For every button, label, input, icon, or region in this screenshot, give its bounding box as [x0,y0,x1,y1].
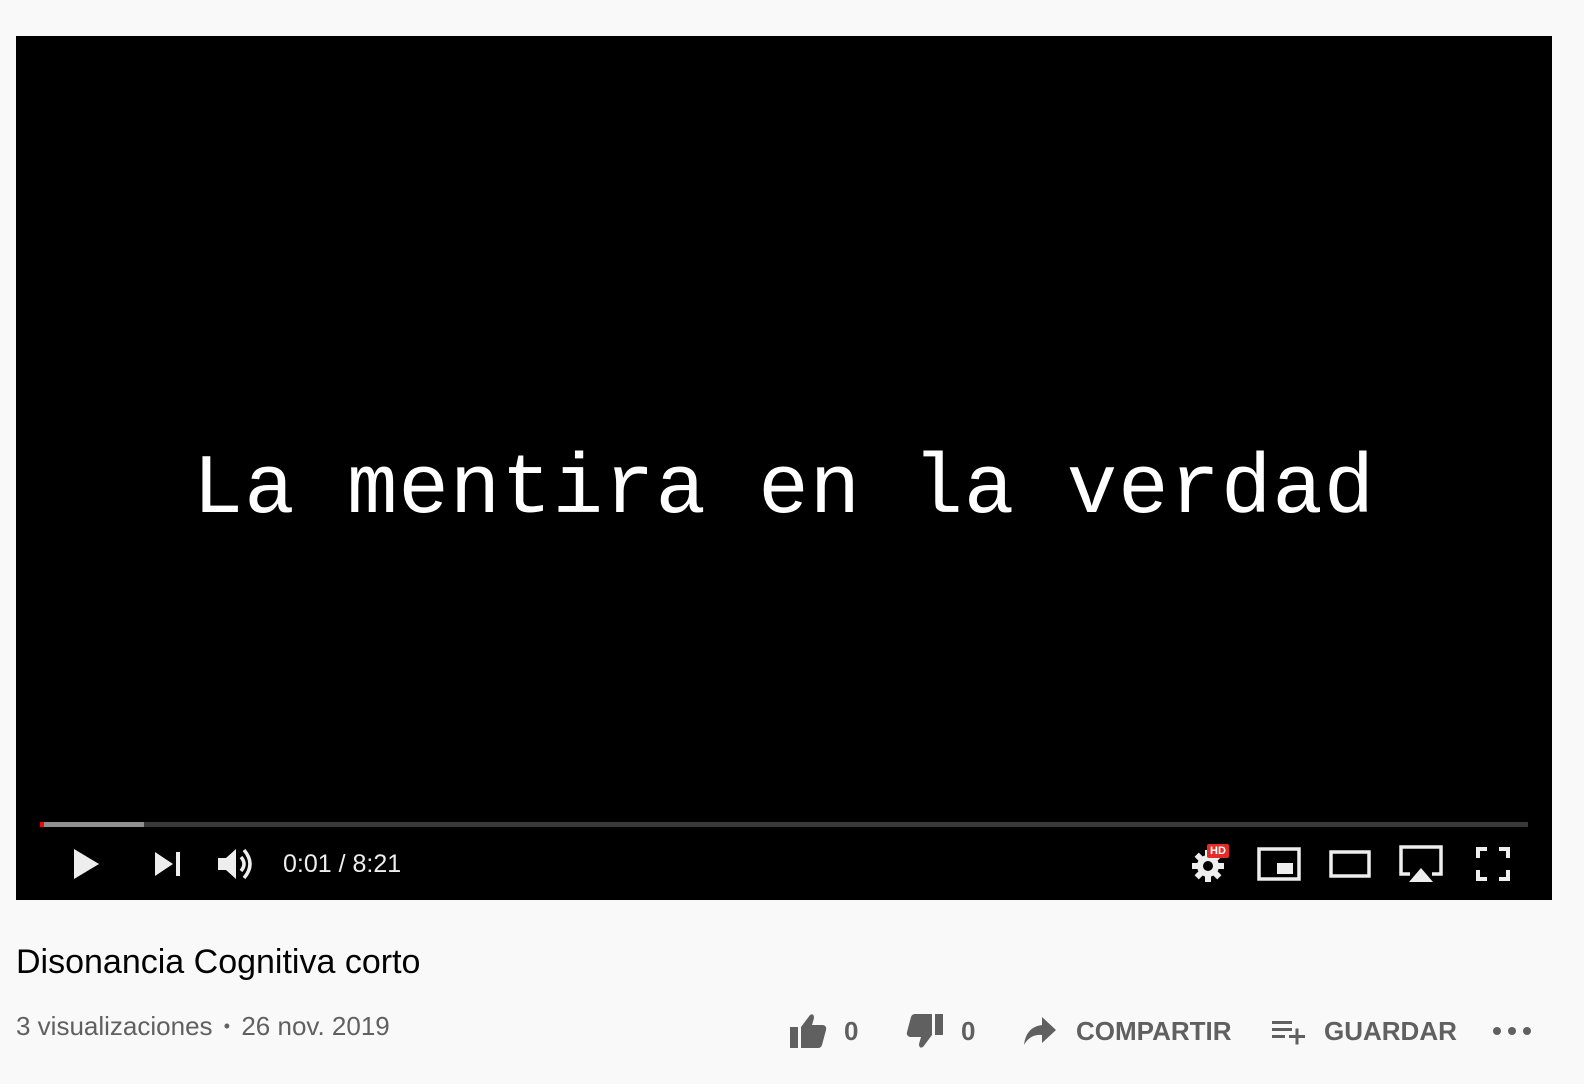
play-icon [74,849,99,879]
miniplayer-icon [1257,847,1301,881]
next-icon [155,852,180,876]
more-icon [1493,1027,1531,1035]
share-icon [1024,1017,1056,1045]
miniplayer-button[interactable] [1256,832,1302,896]
share-button[interactable]: COMPARTIR [1022,1008,1232,1054]
dislike-count: 0 [961,1015,976,1046]
settings-button[interactable]: HD [1186,832,1234,896]
playlist-add-icon [1272,1021,1305,1045]
dislike-button[interactable]: 0 [905,1008,975,1054]
time-display: 0:01 / 8:21 [283,832,401,896]
progress-loaded [40,822,145,827]
share-label: COMPARTIR [1076,1015,1232,1046]
airplay-button[interactable] [1398,832,1444,896]
progress-bar[interactable] [40,822,1528,827]
video-title: Disonancia Cognitiva corto [16,943,421,981]
save-button[interactable]: GUARDAR [1270,1008,1457,1054]
watch-page: La mentira en la verdad 0:01 / 8:21 HD D… [0,0,1584,1084]
fullscreen-button[interactable] [1474,832,1512,896]
theater-icon [1329,850,1371,878]
time-current: 0:01 [283,850,332,878]
thumb-down-icon [906,1014,943,1048]
more-actions-button[interactable] [1492,1008,1532,1054]
like-button[interactable]: 0 [788,1008,858,1054]
like-count: 0 [844,1015,859,1046]
theater-mode-button[interactable] [1328,832,1372,896]
thumb-up-icon [790,1014,827,1048]
hd-badge: HD [1207,844,1229,858]
fullscreen-icon [1476,847,1510,881]
play-button[interactable] [66,832,106,896]
action-bar: 0 0 COMPARTIR GUARDAR [0,1008,1584,1054]
save-label: GUARDAR [1324,1015,1457,1046]
volume-button[interactable] [214,832,258,896]
time-total: 8:21 [352,850,402,878]
progress-played [40,822,45,827]
player-controls: 0:01 / 8:21 HD [16,832,1552,896]
next-button[interactable] [148,832,188,896]
video-frame-caption: La mentira en la verdad [192,443,1376,538]
volume-icon [218,848,252,880]
time-separator: / [331,850,353,878]
video-player[interactable]: La mentira en la verdad 0:01 / 8:21 HD [16,36,1552,900]
airplay-icon [1399,845,1443,882]
